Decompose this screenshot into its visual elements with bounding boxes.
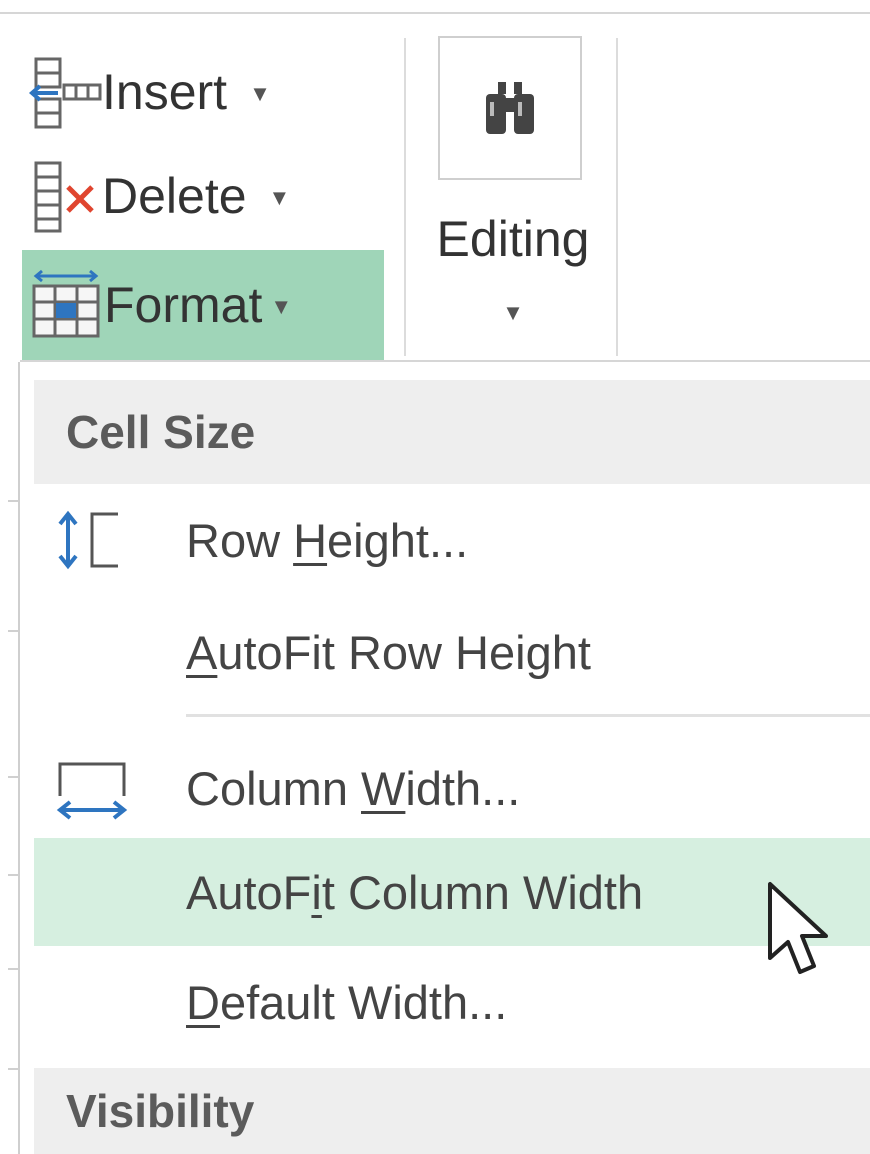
menu-item-label: Column Width... xyxy=(186,761,521,815)
chevron-down-icon: ▼ xyxy=(502,300,524,325)
menu-item-autofit-row-height[interactable]: AutoFit Row Height xyxy=(34,598,870,706)
ribbon-top-border xyxy=(0,12,870,14)
format-label: Format xyxy=(104,277,263,333)
menu-item-column-width[interactable]: Column Width... xyxy=(34,734,870,842)
editing-group-button[interactable]: Editing xyxy=(420,210,606,268)
menu-item-label: Default Width... xyxy=(186,975,508,1029)
section-header-visibility: Visibility xyxy=(34,1068,870,1154)
row-height-icon xyxy=(58,510,118,570)
menu-item-label: AutoFit Column Width xyxy=(186,865,644,919)
menu-item-default-width[interactable]: Default Width... xyxy=(34,948,870,1056)
format-dropdown-menu: Cell Size Row Height... AutoFit Row Heig… xyxy=(34,362,870,1154)
insert-label: Insert xyxy=(102,64,228,120)
section-header-cell-size: Cell Size xyxy=(34,380,870,484)
menu-item-row-height[interactable]: Row Height... xyxy=(34,486,870,594)
ribbon: Insert ▼ Delete ▼ Format ▼ Editing ▼ xyxy=(0,0,870,362)
chevron-down-icon: ▼ xyxy=(270,294,293,319)
insert-button[interactable]: Insert ▼ xyxy=(28,46,271,138)
window-edge xyxy=(18,360,20,1154)
format-button[interactable]: Format ▼ xyxy=(22,250,384,360)
column-width-icon xyxy=(56,762,128,820)
edge-tick xyxy=(8,1068,18,1070)
chevron-down-icon: ▼ xyxy=(249,81,271,106)
format-cells-icon xyxy=(30,268,104,342)
edge-tick xyxy=(8,968,18,970)
delete-label: Delete xyxy=(102,168,247,224)
delete-cells-icon xyxy=(28,159,102,233)
find-select-button[interactable] xyxy=(438,36,582,180)
edge-tick xyxy=(8,500,18,502)
group-divider xyxy=(404,38,406,356)
menu-item-autofit-column-width[interactable]: AutoFit Column Width xyxy=(34,838,870,946)
group-divider xyxy=(616,38,618,356)
menu-separator xyxy=(186,714,870,717)
binoculars-icon xyxy=(486,82,534,134)
menu-item-label: Row Height... xyxy=(186,513,469,567)
edge-tick xyxy=(8,630,18,632)
chevron-down-icon: ▼ xyxy=(268,185,291,210)
menu-item-label: AutoFit Row Height xyxy=(186,625,591,679)
mouse-pointer-icon xyxy=(768,882,828,974)
edge-tick xyxy=(8,874,18,876)
delete-button[interactable]: Delete ▼ xyxy=(28,150,290,242)
edge-tick xyxy=(8,776,18,778)
insert-cells-icon xyxy=(28,55,102,129)
